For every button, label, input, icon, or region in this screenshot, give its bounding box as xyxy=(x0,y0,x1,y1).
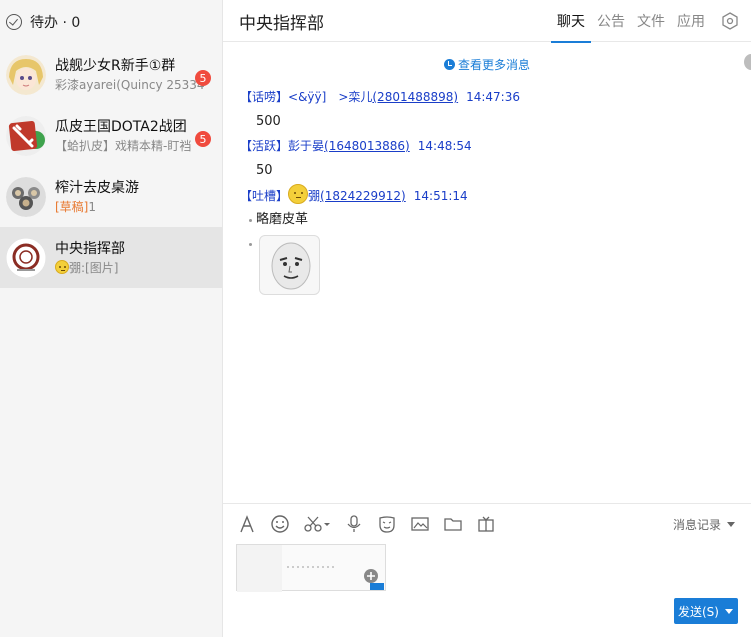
message-time: 14:47:36 xyxy=(466,90,520,104)
smiley-emoji-icon xyxy=(55,259,69,274)
sender-qq[interactable]: (1824229912) xyxy=(320,189,406,203)
sender-nick[interactable]: <&ÿÿ] >栾儿 xyxy=(288,90,372,104)
conversation-sidebar: 待办 · 0 战舰少女R新手①群 彩漆ayarei(Quincy 25334 5 xyxy=(0,0,223,637)
unread-badge: 5 xyxy=(195,131,211,147)
message-text: 500 xyxy=(256,114,281,129)
member-rank: 【话唠】 xyxy=(240,90,289,104)
sender-qq[interactable]: (2801488898) xyxy=(372,90,458,104)
more-messages-link[interactable]: 查看更多消息 xyxy=(223,56,751,73)
sender-nick[interactable]: 弸 xyxy=(308,189,320,203)
chat-tabs: 聊天 公告 文件 应用 xyxy=(551,0,711,43)
font-icon[interactable] xyxy=(237,514,257,534)
conversation-preview: 1 xyxy=(88,199,97,214)
chat-panel: 中央指挥部 聊天 公告 文件 应用 查看更多消息 【话唠】<&ÿÿ] >栾儿(2… xyxy=(223,0,751,637)
draft-tag: [草稿] xyxy=(55,199,89,214)
clock-icon xyxy=(443,59,455,70)
message-header: 【话唠】<&ÿÿ] >栾儿(2801488898) 14:47:36 xyxy=(240,88,730,106)
unread-badge: 5 xyxy=(195,70,211,86)
scroll-arrow-icon[interactable] xyxy=(744,54,751,70)
conversation-preview: 【蛤扒皮】戏精本精-盯裆 xyxy=(55,138,192,153)
group-avatar xyxy=(6,176,46,217)
conversation-name: 中央指挥部 xyxy=(55,240,125,257)
send-label: 发送(S) xyxy=(678,604,719,619)
conversation-item[interactable]: 战舰少女R新手①群 彩漆ayarei(Quincy 25334 5 xyxy=(0,44,222,105)
tab-announcement[interactable]: 公告 xyxy=(591,0,631,42)
member-rank: 【活跃】 xyxy=(240,139,289,153)
send-button[interactable]: 发送(S) xyxy=(674,598,738,624)
tab-apps[interactable]: 应用 xyxy=(671,0,711,42)
chat-header: 中央指挥部 聊天 公告 文件 应用 xyxy=(223,0,751,43)
conversation-name: 瓜皮王国DOTA2战团 xyxy=(55,118,187,135)
scissors-icon[interactable] xyxy=(303,514,331,534)
more-messages-label: 查看更多消息 xyxy=(457,58,530,72)
smiley-emoji-icon xyxy=(288,184,309,204)
check-circle-icon xyxy=(6,14,22,30)
sender-nick[interactable]: 彭于晏 xyxy=(288,139,324,153)
message-time: 14:48:54 xyxy=(417,139,472,153)
message-history-button[interactable]: 消息记录 xyxy=(673,516,735,533)
message-text: 略磨皮革 xyxy=(240,211,730,229)
gift-icon[interactable] xyxy=(476,514,496,534)
microphone-icon[interactable] xyxy=(344,514,364,534)
sender-qq[interactable]: (1648013886) xyxy=(324,139,410,153)
conversation-preview: 彩漆ayarei(Quincy 25334 xyxy=(55,77,205,92)
conversation-item[interactable]: 榨汁去皮桌游 [草稿]1 xyxy=(0,166,222,227)
emoji-icon[interactable] xyxy=(270,514,290,534)
input-area: 消息记录 发送(S) xyxy=(223,503,751,637)
chevron-down-icon[interactable] xyxy=(724,608,733,614)
group-avatar xyxy=(6,237,46,278)
image-icon[interactable] xyxy=(410,514,430,534)
conversation-item[interactable]: 瓜皮王国DOTA2战团 【蛤扒皮】戏精本精-盯裆 5 xyxy=(0,105,222,166)
qq-chat-window: 待办 · 0 战舰少女R新手①群 彩漆ayarei(Quincy 25334 5 xyxy=(0,0,751,637)
draft-image-preview[interactable] xyxy=(236,544,386,592)
message-header: 【活跃】彭于晏(1648013886) 14:48:54 xyxy=(240,137,730,155)
conversation-preview: 弸:[图片] xyxy=(69,260,119,275)
message-time: 14:51:14 xyxy=(413,189,468,203)
input-toolbar xyxy=(237,514,509,534)
member-rank: 【吐槽】 xyxy=(240,189,289,203)
sticker-icon[interactable] xyxy=(377,514,397,534)
group-avatar xyxy=(6,115,46,156)
tab-chat[interactable]: 聊天 xyxy=(551,0,591,43)
message-list: 【话唠】<&ÿÿ] >栾儿(2801488898) 14:47:36 500 【活… xyxy=(240,88,730,297)
message-header: 【吐槽】 弸(1824229912) 14:51:14 xyxy=(240,184,730,205)
settings-icon[interactable] xyxy=(721,12,739,30)
todo-label: 待办 · 0 xyxy=(30,15,81,31)
chat-title: 中央指挥部 xyxy=(239,14,324,34)
message-image-row xyxy=(240,235,730,297)
conversation-item-active[interactable]: 中央指挥部 弸:[图片] xyxy=(0,227,222,288)
group-avatar xyxy=(6,54,46,95)
folder-icon[interactable] xyxy=(443,514,463,534)
sticker-image[interactable] xyxy=(259,235,320,295)
todo-header[interactable]: 待办 · 0 xyxy=(0,0,222,44)
conversation-preview-line: [草稿]1 xyxy=(55,198,205,216)
message-text: 50 xyxy=(256,163,273,178)
conversation-preview-line: 弸:[图片] xyxy=(55,259,205,277)
tab-files[interactable]: 文件 xyxy=(631,0,671,42)
conversation-name: 榨汁去皮桌游 xyxy=(55,179,139,196)
conversation-name: 战舰少女R新手①群 xyxy=(55,57,176,74)
